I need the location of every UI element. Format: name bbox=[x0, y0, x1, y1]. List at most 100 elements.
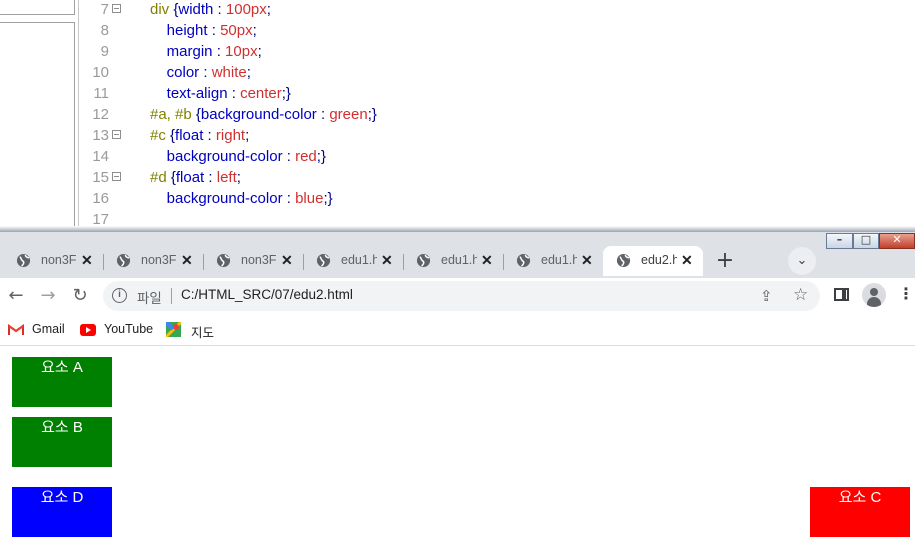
new-tab-button[interactable]: + bbox=[711, 247, 739, 275]
tab-search-button[interactable]: ⌄ bbox=[788, 247, 816, 275]
profile-avatar[interactable] bbox=[862, 283, 886, 307]
code-token: ;} bbox=[316, 148, 326, 165]
close-tab-icon[interactable]: ✕ bbox=[281, 252, 293, 269]
window-controls: – □ ✕ bbox=[826, 232, 915, 250]
code-token: ;} bbox=[367, 106, 377, 123]
tab-title: edu1.h bbox=[541, 253, 577, 267]
code-token: white bbox=[211, 64, 247, 81]
code-token: : bbox=[213, 1, 226, 18]
line-number: 13 bbox=[92, 127, 109, 144]
tab-5[interactable]: edu1.h ✕ bbox=[403, 246, 504, 276]
reload-button[interactable]: ↻ bbox=[68, 284, 92, 308]
maximize-button[interactable]: □ bbox=[853, 233, 879, 249]
code-token: : bbox=[199, 64, 212, 81]
tab-title: non3Fl bbox=[41, 253, 77, 267]
code-text: color : white; bbox=[150, 62, 251, 83]
code-text: div {width : 100px; bbox=[150, 0, 271, 20]
code-token: background-color bbox=[200, 106, 317, 123]
code-text: background-color : blue;} bbox=[150, 188, 333, 209]
side-panel-list[interactable] bbox=[0, 22, 75, 234]
close-tab-icon[interactable]: ✕ bbox=[81, 252, 93, 269]
window-close-button[interactable]: ✕ bbox=[879, 233, 915, 249]
code-token: : bbox=[212, 43, 226, 60]
scheme-label: 파일 bbox=[137, 291, 162, 306]
line-number: 7 bbox=[100, 1, 109, 18]
share-icon[interactable]: ⇪ bbox=[760, 287, 773, 305]
element-b: 요소 B bbox=[12, 417, 112, 467]
code-token: 10px bbox=[225, 43, 258, 60]
minimize-button[interactable]: – bbox=[826, 233, 853, 249]
youtube-icon bbox=[80, 324, 96, 336]
maximize-icon: □ bbox=[860, 233, 872, 246]
code-token: margin bbox=[150, 43, 213, 60]
line-number: 9 bbox=[100, 43, 109, 60]
line-number: 10 bbox=[92, 64, 109, 81]
line-number: 16 bbox=[92, 190, 109, 207]
code-token: ; bbox=[246, 64, 251, 81]
fold-toggle-icon[interactable] bbox=[112, 4, 121, 13]
code-token: ; bbox=[252, 22, 257, 39]
fold-toggle-icon[interactable] bbox=[112, 172, 121, 181]
tab-3[interactable]: non3Fl ✕ bbox=[203, 246, 304, 276]
code-token: #a, #b bbox=[150, 106, 196, 123]
page-viewport: 요소 A 요소 B 요소 D 요소 C bbox=[0, 347, 915, 542]
code-token: ; bbox=[245, 127, 250, 144]
code-token: float bbox=[175, 127, 204, 144]
address-bar[interactable]: i 파일 C:/HTML_SRC/07/edu2.html ⇪ ☆ bbox=[103, 281, 820, 311]
forward-button[interactable]: → bbox=[36, 284, 60, 308]
code-token: : bbox=[204, 169, 217, 186]
close-tab-icon[interactable]: ✕ bbox=[481, 252, 493, 269]
code-token: : bbox=[316, 106, 330, 123]
code-token: ; bbox=[266, 1, 271, 18]
line-number: 11 bbox=[93, 85, 109, 102]
code-token: width bbox=[178, 1, 214, 18]
code-token: float bbox=[175, 169, 205, 186]
bookmark-label: YouTube bbox=[104, 322, 154, 336]
fold-toggle-icon[interactable] bbox=[112, 130, 121, 139]
line-number: 14 bbox=[92, 148, 109, 165]
code-token: green bbox=[329, 106, 368, 123]
code-text: #d {float : left; bbox=[150, 167, 241, 188]
close-tab-icon[interactable]: ✕ bbox=[181, 252, 193, 269]
element-c: 요소 C bbox=[810, 487, 910, 537]
element-label: 요소 C bbox=[838, 489, 882, 506]
bookmark-star-icon[interactable]: ☆ bbox=[793, 285, 808, 305]
url-text[interactable]: C:/HTML_SRC/07/edu2.html bbox=[181, 287, 353, 302]
close-tab-icon[interactable]: ✕ bbox=[381, 252, 393, 269]
close-tab-icon[interactable]: ✕ bbox=[581, 252, 593, 269]
side-panel-icon[interactable] bbox=[834, 288, 849, 301]
menu-icon[interactable]: ⋮ bbox=[898, 284, 914, 303]
info-icon[interactable]: i bbox=[112, 288, 127, 303]
globe-icon bbox=[616, 253, 631, 268]
element-label: 요소 A bbox=[41, 359, 83, 376]
panel-divider bbox=[78, 0, 79, 232]
tab-title: non3Fl bbox=[241, 253, 277, 267]
code-text: background-color : red;} bbox=[150, 146, 326, 167]
tab-7[interactable]: edu2.h ✕ bbox=[603, 246, 703, 276]
globe-icon bbox=[16, 253, 31, 268]
close-tab-icon[interactable]: ✕ bbox=[681, 252, 693, 269]
browser-window: non3Fl ✕ non3Fl ✕ non3Fl ✕ edu1.h ✕ edu1.h ✕ edu1.… bbox=[0, 232, 915, 542]
code-token: right bbox=[215, 127, 246, 144]
tab-4[interactable]: edu1.h ✕ bbox=[303, 246, 404, 276]
tab-6[interactable]: edu1.h ✕ bbox=[503, 246, 603, 276]
maps-icon bbox=[166, 322, 181, 337]
tab-2[interactable]: non3Fl ✕ bbox=[103, 246, 204, 276]
tab-strip: non3Fl ✕ non3Fl ✕ non3Fl ✕ edu1.h ✕ edu1.h ✕ edu1.… bbox=[0, 232, 915, 278]
globe-icon bbox=[416, 253, 431, 268]
address-divider bbox=[171, 288, 172, 304]
code-text: margin : 10px; bbox=[150, 41, 262, 62]
code-token: 100px bbox=[225, 1, 267, 18]
code-token: left bbox=[216, 169, 237, 186]
code-text: height : 50px; bbox=[150, 20, 257, 41]
code-text: #a, #b {background-color : green;} bbox=[150, 104, 377, 125]
side-panel-field[interactable] bbox=[0, 0, 75, 15]
tab-1[interactable]: non3Fl ✕ bbox=[3, 246, 104, 276]
code-token: #d bbox=[150, 169, 171, 186]
line-number: 12 bbox=[92, 106, 109, 123]
code-token: background-color bbox=[150, 190, 283, 207]
close-icon: ✕ bbox=[892, 233, 902, 246]
code-editor[interactable]: 7 div {width : 100px; 8 height : 50px; 9 ma… bbox=[0, 0, 915, 234]
code-token: center bbox=[240, 85, 282, 102]
back-button[interactable]: ← bbox=[4, 284, 28, 308]
